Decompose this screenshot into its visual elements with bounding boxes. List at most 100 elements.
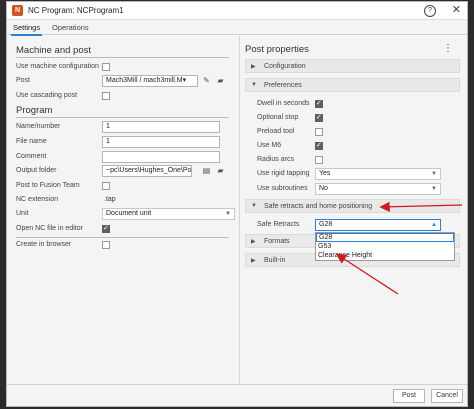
chevron-right-icon: ▶ bbox=[251, 64, 256, 70]
group-preferences[interactable]: ▼ Preferences bbox=[245, 78, 460, 92]
folder-icon[interactable]: ▰ bbox=[216, 76, 225, 85]
chevron-right-icon: ▶ bbox=[251, 258, 256, 264]
nc-extension-row: NC extension .tap bbox=[16, 194, 229, 207]
option-g53[interactable]: G53 bbox=[316, 242, 454, 251]
open-editor-checkbox[interactable] bbox=[102, 224, 110, 233]
group-preferences-label: Preferences bbox=[264, 82, 302, 89]
group-safe-retracts[interactable]: ▼ Safe retracts and home positioning bbox=[245, 199, 460, 213]
close-icon[interactable]: ✕ bbox=[452, 4, 461, 17]
rigid-tapping-row: Use rigid tapping Yes ▼ bbox=[257, 168, 457, 181]
edit-pencil-icon[interactable]: ✎ bbox=[202, 76, 211, 85]
chevron-down-icon: ▼ bbox=[251, 82, 257, 88]
chevron-down-icon: ▼ bbox=[431, 186, 437, 192]
name-number-input[interactable]: 1 bbox=[102, 121, 220, 133]
group-configuration-label: Configuration bbox=[264, 63, 306, 70]
comment-input[interactable] bbox=[102, 151, 220, 163]
rigid-tapping-label: Use rigid tapping bbox=[257, 170, 310, 177]
help-icon[interactable]: ? bbox=[424, 5, 436, 17]
radius-arcs-label: Radius arcs bbox=[257, 156, 294, 163]
use-m6-label: Use M6 bbox=[257, 142, 282, 149]
dwell-checkbox[interactable] bbox=[315, 99, 323, 108]
tab-bar: Settings Operations bbox=[7, 20, 467, 36]
unit-select[interactable]: Document unit ▼ bbox=[102, 208, 235, 220]
safe-retracts-select[interactable]: G28 ▲ bbox=[315, 219, 441, 231]
file-name-label: File name bbox=[16, 138, 47, 145]
chevron-down-icon: ▼ bbox=[225, 211, 231, 217]
name-number-label: Name/number bbox=[16, 123, 61, 130]
use-cascading-label: Use cascading post bbox=[16, 92, 78, 99]
use-m6-checkbox[interactable] bbox=[315, 141, 323, 150]
optional-stop-label: Optional stop bbox=[257, 114, 299, 121]
post-label: Post bbox=[16, 77, 31, 84]
app-icon: N bbox=[12, 5, 23, 16]
post-fusion-row: Post to Fusion Team bbox=[16, 180, 229, 193]
create-browser-row: Create in browser bbox=[16, 239, 229, 252]
post-selector[interactable]: Mach3Mill / mach3mill.M▾ bbox=[102, 75, 198, 87]
subroutines-select[interactable]: No ▼ bbox=[315, 183, 441, 195]
rigid-tapping-select[interactable]: Yes ▼ bbox=[315, 168, 441, 180]
left-panel: Machine and post Use machine configurati… bbox=[7, 36, 235, 384]
file-name-row: File name 1 bbox=[16, 136, 229, 149]
open-folder-icon[interactable]: ▤ bbox=[202, 166, 211, 175]
open-editor-row: Open NC file in editor bbox=[16, 223, 229, 236]
use-cascading-checkbox[interactable] bbox=[102, 92, 110, 100]
chevron-down-icon: ▼ bbox=[431, 171, 437, 177]
use-machine-config-row: Use machine configuration bbox=[16, 61, 229, 74]
safe-retracts-row: Safe Retracts G28 ▲ G28 G53 Clearance Hei… bbox=[257, 219, 457, 261]
tab-operations[interactable]: Operations bbox=[52, 23, 89, 32]
post-row: Post Mach3Mill / mach3mill.M▾ ✎ ▰ bbox=[16, 75, 229, 88]
more-options-icon[interactable]: ⋮ bbox=[443, 43, 453, 54]
preload-checkbox[interactable] bbox=[315, 128, 323, 136]
group-builtin-label: Built-in bbox=[264, 257, 286, 264]
cancel-button[interactable]: Cancel bbox=[431, 389, 463, 403]
chevron-right-icon: ▶ bbox=[251, 239, 256, 245]
panel-divider bbox=[239, 36, 240, 384]
radius-arcs-checkbox[interactable] bbox=[315, 156, 323, 164]
create-browser-label: Create in browser bbox=[16, 241, 72, 248]
output-folder-input[interactable]: ~pc\Users\Hughes_One\Post bbox=[102, 165, 192, 177]
tab-settings[interactable]: Settings bbox=[10, 23, 43, 36]
output-folder-row: Output folder ~pc\Users\Hughes_One\Post … bbox=[16, 165, 229, 178]
comment-label: Comment bbox=[16, 153, 47, 160]
post-properties-title: Post properties bbox=[245, 44, 309, 55]
name-number-row: Name/number 1 bbox=[16, 121, 229, 134]
chevron-up-icon: ▲ bbox=[431, 222, 437, 228]
radius-arcs-row: Radius arcs bbox=[257, 154, 457, 167]
nc-program-dialog: N NC Program: NCProgram1 ? ✕ Settings Op… bbox=[6, 1, 468, 407]
unit-value: Document unit bbox=[106, 210, 152, 217]
preload-label: Preload tool bbox=[257, 128, 295, 135]
section-divider bbox=[16, 117, 229, 118]
unit-row: Unit Document unit ▼ bbox=[16, 208, 235, 221]
dialog-footer: Post Cancel bbox=[7, 384, 467, 406]
unit-label: Unit bbox=[16, 210, 29, 217]
file-name-input[interactable]: 1 bbox=[102, 136, 220, 148]
dwell-label: Dwell in seconds bbox=[257, 100, 310, 107]
nc-extension-value: .tap bbox=[104, 196, 116, 203]
group-formats-label: Formats bbox=[264, 238, 290, 245]
post-fusion-label: Post to Fusion Team bbox=[16, 182, 80, 189]
optional-stop-checkbox[interactable] bbox=[315, 113, 323, 122]
section-divider bbox=[16, 237, 229, 238]
program-section-title: Program bbox=[16, 105, 53, 116]
group-safe-retracts-label: Safe retracts and home positioning bbox=[264, 203, 373, 210]
create-browser-checkbox[interactable] bbox=[102, 241, 110, 249]
subroutines-row: Use subroutines No ▼ bbox=[257, 183, 457, 196]
use-cascading-row: Use cascading post bbox=[16, 90, 229, 103]
dwell-row: Dwell in seconds bbox=[257, 98, 457, 111]
use-machine-config-checkbox[interactable] bbox=[102, 63, 110, 71]
chevron-down-icon: ▼ bbox=[251, 203, 257, 209]
option-clearance-height[interactable]: Clearance Height bbox=[316, 251, 454, 260]
post-fusion-checkbox[interactable] bbox=[102, 182, 110, 190]
open-editor-label: Open NC file in editor bbox=[16, 225, 83, 232]
option-g28[interactable]: G28 bbox=[316, 233, 454, 242]
folder-icon[interactable]: ▰ bbox=[216, 166, 225, 175]
rigid-tapping-value: Yes bbox=[319, 170, 331, 177]
window-title: NC Program: NCProgram1 bbox=[28, 6, 124, 15]
post-button[interactable]: Post bbox=[393, 389, 425, 403]
use-m6-row: Use M6 bbox=[257, 140, 457, 153]
safe-retracts-value: G28 bbox=[319, 221, 333, 228]
section-divider bbox=[16, 57, 229, 58]
group-configuration[interactable]: ▶ Configuration bbox=[245, 59, 460, 73]
preload-row: Preload tool bbox=[257, 126, 457, 139]
use-machine-config-label: Use machine configuration bbox=[16, 63, 99, 70]
